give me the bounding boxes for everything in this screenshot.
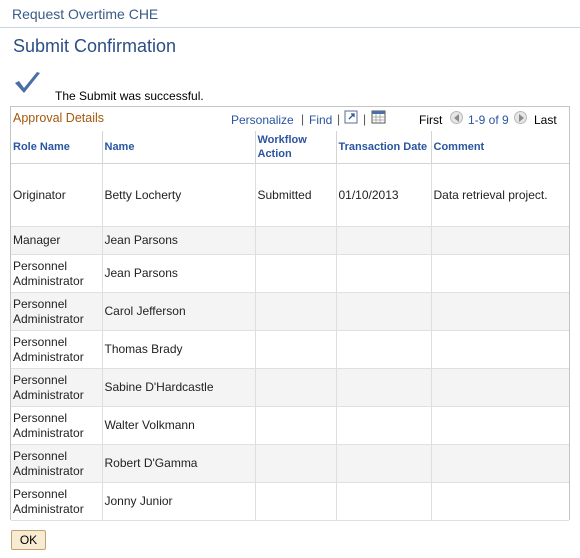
download-spreadsheet-icon[interactable]	[371, 110, 386, 124]
toolbar-separator: |	[301, 112, 305, 126]
first-label[interactable]: First	[419, 113, 442, 127]
cell-transaction-date	[336, 444, 432, 483]
cell-workflow-action	[255, 226, 337, 255]
column-header-name[interactable]: Name	[102, 131, 256, 164]
grid-title: Approval Details	[13, 111, 105, 125]
column-header-workflow-action[interactable]: Workflow Action	[255, 131, 337, 164]
cell-role-name: Personnel Administrator	[11, 444, 103, 483]
cell-role-name: Personnel Administrator	[11, 368, 103, 407]
cell-transaction-date	[336, 330, 432, 369]
cell-name: Thomas Brady	[102, 330, 256, 369]
cell-workflow-action	[255, 406, 337, 445]
cell-name: Carol Jefferson	[102, 292, 256, 331]
previous-arrow-icon[interactable]	[450, 111, 463, 124]
page-title: Submit Confirmation	[13, 36, 177, 56]
table-row: Personnel Administrator Robert D'Gamma	[11, 444, 569, 483]
cell-role-name: Personnel Administrator	[11, 330, 103, 369]
cell-name: Walter Volkmann	[102, 406, 256, 445]
table-row: Manager Jean Parsons	[11, 226, 569, 255]
zoom-window-icon[interactable]	[344, 110, 358, 124]
table-header-row: Role Name Name Workflow Action Transacti…	[11, 131, 569, 164]
cell-name: Betty Locherty	[102, 163, 256, 227]
checkmark-icon	[15, 72, 40, 93]
row-range: 1-9 of 9	[468, 113, 509, 127]
cell-transaction-date	[336, 226, 432, 255]
cell-role-name: Personnel Administrator	[11, 292, 103, 331]
personalize-link[interactable]: Personalize	[231, 113, 294, 127]
cell-transaction-date	[336, 254, 432, 293]
last-label[interactable]: Last	[534, 113, 557, 127]
table-row: Personnel Administrator Jonny Junior	[11, 482, 569, 521]
cell-name: Jean Parsons	[102, 254, 256, 293]
cell-transaction-date	[336, 292, 432, 331]
find-link[interactable]: Find	[309, 113, 332, 127]
success-message: The Submit was successful.	[55, 89, 204, 103]
cell-comment	[431, 482, 569, 521]
cell-name: Sabine D'Hardcastle	[102, 368, 256, 407]
table-row: Personnel Administrator Sabine D'Hardcas…	[11, 368, 569, 407]
table-row: Personnel Administrator Jean Parsons	[11, 254, 569, 293]
cell-workflow-action: Submitted	[255, 163, 337, 227]
page-header-title: Request Overtime CHE	[12, 6, 159, 22]
cell-role-name: Personnel Administrator	[11, 406, 103, 445]
cell-transaction-date	[336, 368, 432, 407]
cell-comment: Data retrieval project.	[431, 163, 569, 227]
grid-toolbar: Approval Details Personalize | Find | | …	[11, 107, 569, 132]
approval-details-grid: Approval Details Personalize | Find | | …	[10, 106, 570, 521]
cell-transaction-date	[336, 482, 432, 521]
approval-table: Role Name Name Workflow Action Transacti…	[11, 131, 569, 521]
cell-workflow-action	[255, 254, 337, 293]
cell-role-name: Manager	[11, 226, 103, 255]
table-row: Personnel Administrator Thomas Brady	[11, 330, 569, 369]
cell-workflow-action	[255, 330, 337, 369]
cell-name: Robert D'Gamma	[102, 444, 256, 483]
cell-workflow-action	[255, 292, 337, 331]
cell-comment	[431, 330, 569, 369]
ok-button[interactable]: OK	[11, 530, 46, 550]
cell-role-name: Personnel Administrator	[11, 482, 103, 521]
cell-comment	[431, 226, 569, 255]
cell-name: Jonny Junior	[102, 482, 256, 521]
column-header-comment[interactable]: Comment	[431, 131, 569, 164]
next-arrow-icon[interactable]	[514, 111, 527, 124]
cell-comment	[431, 292, 569, 331]
cell-role-name: Originator	[11, 163, 103, 227]
cell-transaction-date	[336, 406, 432, 445]
cell-workflow-action	[255, 368, 337, 407]
toolbar-separator: |	[363, 112, 367, 126]
cell-transaction-date: 01/10/2013	[336, 163, 432, 227]
cell-comment	[431, 444, 569, 483]
cell-comment	[431, 254, 569, 293]
table-row: Originator Betty Locherty Submitted 01/1…	[11, 163, 569, 227]
cell-workflow-action	[255, 444, 337, 483]
cell-workflow-action	[255, 482, 337, 521]
header-divider	[0, 27, 580, 28]
cell-role-name: Personnel Administrator	[11, 254, 103, 293]
column-header-role-name[interactable]: Role Name	[11, 131, 103, 164]
table-row: Personnel Administrator Walter Volkmann	[11, 406, 569, 445]
cell-comment	[431, 406, 569, 445]
toolbar-separator: |	[337, 112, 341, 126]
cell-comment	[431, 368, 569, 407]
column-header-transaction-date[interactable]: Transaction Date	[336, 131, 432, 164]
table-row: Personnel Administrator Carol Jefferson	[11, 292, 569, 331]
cell-name: Jean Parsons	[102, 226, 256, 255]
